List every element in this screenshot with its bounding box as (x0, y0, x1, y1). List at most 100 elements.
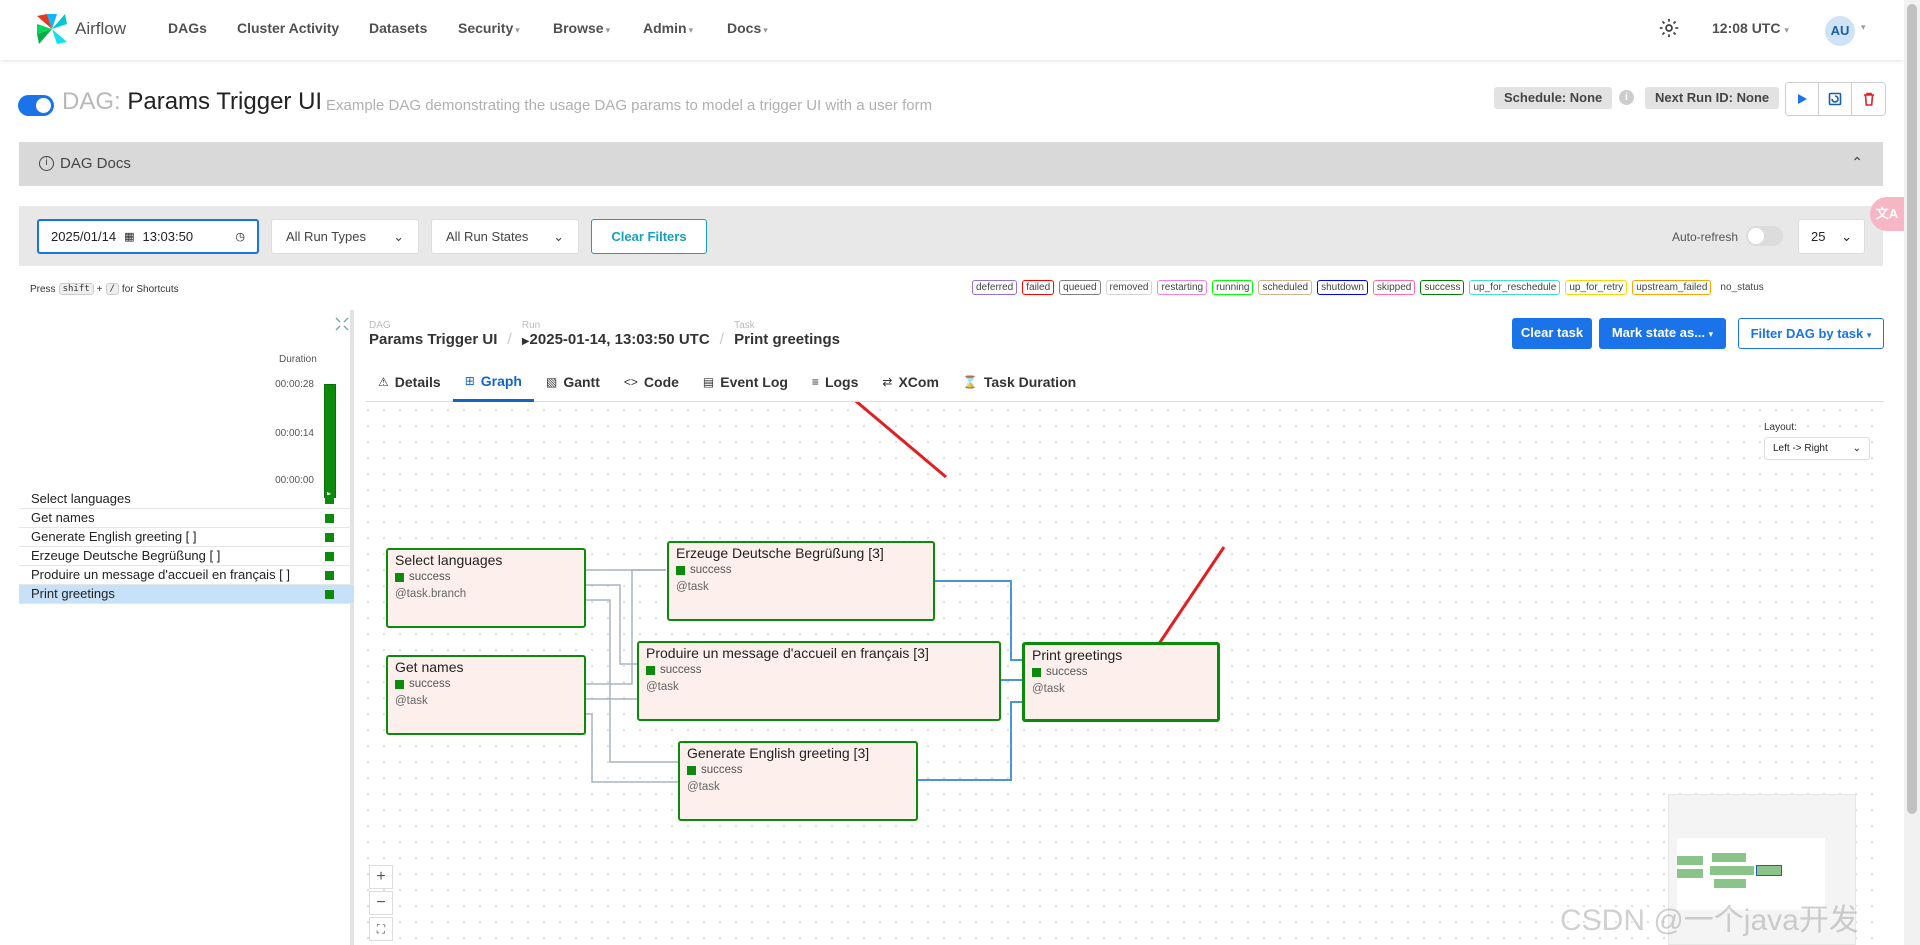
airflow-logo[interactable]: Airflow (33, 10, 126, 48)
task-tabs: ⚠ Details ⊞ Graph ▧ Gantt <> Code ▤ Event Log ≡ Log… (366, 362, 1884, 402)
status-legend: deferred failed queued removed restarting run… (972, 280, 1768, 295)
execution-date-input[interactable]: 2025/01/14 ▦ 13:03:50 ◷ (37, 219, 259, 254)
legend-queued[interactable]: queued (1059, 280, 1101, 295)
legend-no-status[interactable]: no_status (1716, 280, 1767, 295)
caret-down-icon: ▾ (1866, 330, 1872, 340)
scrollbar-thumb[interactable] (1907, 4, 1917, 814)
legend-success[interactable]: success (1420, 280, 1465, 295)
avatar[interactable]: AU (1825, 16, 1855, 46)
legend-running[interactable]: running (1212, 280, 1254, 295)
zoom-in-button[interactable]: + (369, 865, 393, 889)
tab-logs[interactable]: ≡ Logs (800, 362, 870, 402)
duration-tick: 00:00:14 (275, 428, 314, 439)
task-row-label: Print greetings (31, 586, 115, 601)
node-name: Print greetings (1032, 647, 1123, 663)
clear-filters-button[interactable]: Clear Filters (591, 219, 707, 254)
tab-code[interactable]: <> Code (612, 362, 691, 402)
task-row-label: Produire un message d'accueil en françai… (31, 567, 291, 582)
trigger-dag-button[interactable] (1786, 83, 1819, 115)
task-row[interactable]: Generate English greeting [ ] (19, 528, 354, 547)
legend-scheduled[interactable]: scheduled (1258, 280, 1313, 295)
graph-node-print[interactable]: Print greetings success @task (1022, 642, 1220, 722)
graph-node-select-languages[interactable]: Select languages success @task.branch (386, 548, 586, 628)
task-instance-status[interactable] (325, 495, 334, 504)
graph-icon: ⊞ (464, 373, 475, 388)
graph-node-german[interactable]: Erzeuge Deutsche Begrüßung [3] success @ta… (667, 541, 935, 621)
task-instance-status[interactable] (325, 533, 334, 542)
info-icon[interactable]: i (1619, 90, 1634, 105)
dag-pause-toggle[interactable] (18, 95, 54, 116)
top-navbar: Airflow DAGs Cluster Activity Datasets S… (0, 0, 1904, 60)
task-instance-status[interactable] (325, 514, 334, 523)
graph-node-english[interactable]: Generate English greeting [3] success @tas… (678, 741, 918, 821)
page-size-select[interactable]: 25 ⌄ (1798, 219, 1865, 254)
graph-node-french[interactable]: Produire un message d'accueil en françai… (637, 641, 1001, 721)
legend-up-for-retry[interactable]: up_for_retry (1565, 280, 1628, 295)
clear-task-button[interactable]: Clear task (1512, 318, 1592, 349)
legend-removed[interactable]: removed (1105, 280, 1153, 295)
node-status: success (395, 571, 451, 583)
collapse-icon[interactable] (334, 316, 350, 337)
legend-restarting[interactable]: restarting (1157, 280, 1208, 295)
legend-up-for-reschedule[interactable]: up_for_reschedule (1469, 280, 1561, 295)
nav-dags[interactable]: DAGs (168, 20, 207, 36)
graph-node-get-names[interactable]: Get names success @task (386, 655, 586, 735)
gear-icon[interactable] (1658, 17, 1680, 44)
node-operator: @task (687, 781, 720, 793)
tab-xcom[interactable]: ⇄ XCom (870, 362, 951, 402)
mark-state-button[interactable]: Mark state as... ▾ (1599, 318, 1726, 349)
translate-icon[interactable]: 文A (1870, 197, 1904, 231)
legend-upstream-failed[interactable]: upstream_failed (1632, 280, 1712, 295)
nav-docs[interactable]: Docs ▾ (727, 20, 768, 36)
nav-browse[interactable]: Browse ▾ (553, 20, 610, 36)
code-icon: <> (623, 375, 638, 389)
legend-shutdown[interactable]: shutdown (1317, 280, 1368, 295)
task-row[interactable]: Print greetings (19, 585, 354, 604)
page-scrollbar[interactable] (1904, 0, 1920, 945)
legend-failed[interactable]: failed (1022, 280, 1055, 295)
caret-down-icon: ▾ (605, 25, 611, 35)
task-instance-status[interactable] (325, 571, 334, 580)
legend-deferred[interactable]: deferred (972, 280, 1018, 295)
task-row[interactable]: Produire un message d'accueil en françai… (19, 566, 354, 585)
breadcrumb-run[interactable]: Run ▶2025-01-14, 13:03:50 UTC (522, 320, 710, 349)
auto-refresh-toggle[interactable] (1746, 226, 1783, 246)
task-row[interactable]: Get names (19, 509, 354, 528)
run-states-select[interactable]: All Run States ⌄ (431, 219, 579, 254)
nav-security[interactable]: Security ▾ (458, 20, 520, 36)
caret-down-icon[interactable]: ▾ (1861, 22, 1866, 33)
filter-dag-button[interactable]: Filter DAG by task ▾ (1738, 318, 1884, 349)
tab-gantt[interactable]: ▧ Gantt (534, 362, 612, 402)
tab-details[interactable]: ⚠ Details (366, 362, 453, 402)
page-title: DAG: Params Trigger UI (62, 88, 323, 115)
grid-panel: Duration 00:00:28 00:00:14 00:00:00 Sele… (19, 310, 354, 945)
nav-admin[interactable]: Admin ▾ (643, 20, 693, 36)
breadcrumb-task[interactable]: Task Print greetings (734, 320, 840, 349)
run-types-select[interactable]: All Run Types ⌄ (271, 219, 419, 254)
layout-select[interactable]: Left -> Right ⌄ (1764, 437, 1870, 460)
delete-dag-button[interactable] (1852, 83, 1885, 115)
tab-task-duration[interactable]: ⌛ Task Duration (951, 362, 1088, 402)
chevron-up-icon[interactable]: ⌃ (1851, 154, 1863, 171)
utc-clock[interactable]: 12:08 UTC ▾ (1712, 20, 1789, 36)
duration-tick: 00:00:00 (275, 475, 314, 486)
tab-graph[interactable]: ⊞ Graph (452, 362, 534, 402)
nav-cluster-activity[interactable]: Cluster Activity (237, 20, 339, 36)
dag-docs-collapsible[interactable]: i DAG Docs ⌃ (19, 142, 1883, 186)
calendar-icon: ▤ (702, 375, 715, 389)
tab-event-log[interactable]: ▤ Event Log (691, 362, 800, 402)
next-run-badge: Next Run ID: None (1645, 87, 1780, 109)
zoom-out-button[interactable]: − (369, 891, 393, 915)
graph-canvas[interactable]: Layout: Left -> Right ⌄ Select languages s… (360, 402, 1884, 945)
minimap-node (1756, 865, 1782, 876)
breadcrumb-dag[interactable]: DAG Params Trigger UI (369, 320, 497, 349)
task-row[interactable]: Erzeuge Deutsche Begrüßung [ ] (19, 547, 354, 566)
task-row[interactable]: Select languages (19, 490, 354, 509)
task-instance-status[interactable] (325, 552, 334, 561)
legend-skipped[interactable]: skipped (1372, 280, 1416, 295)
fit-view-button[interactable]: ⛶ (369, 917, 393, 941)
run-duration-bar[interactable] (324, 384, 336, 498)
nav-datasets[interactable]: Datasets (369, 20, 427, 36)
refresh-dag-button[interactable] (1819, 83, 1852, 115)
task-instance-status[interactable] (325, 590, 334, 599)
